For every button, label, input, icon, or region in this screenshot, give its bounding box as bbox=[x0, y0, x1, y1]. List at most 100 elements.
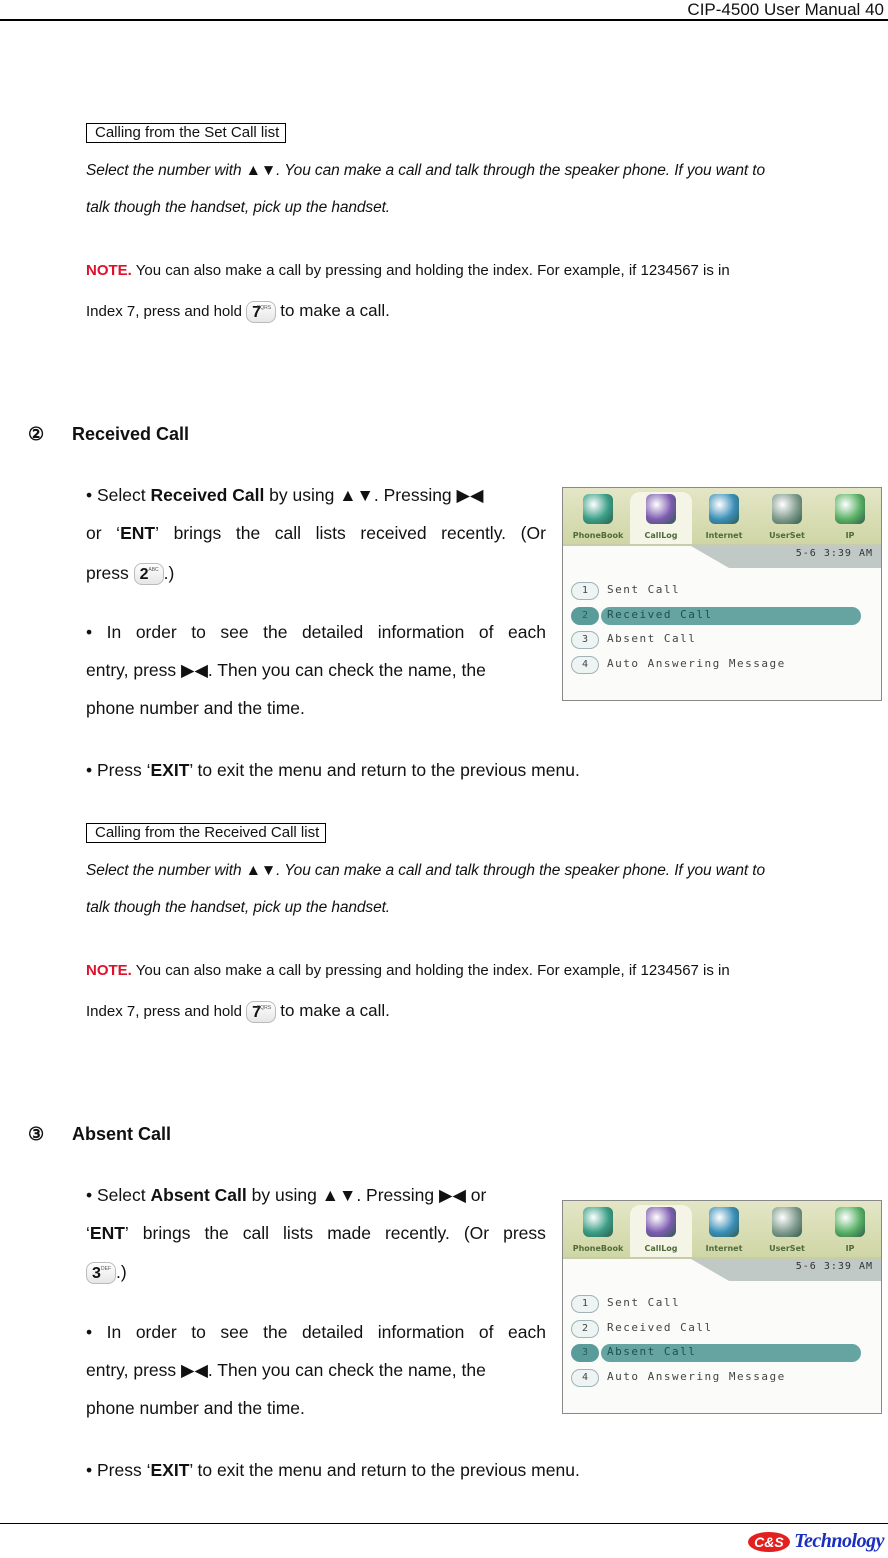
menu-item-label: Sent Call bbox=[607, 583, 681, 596]
ip-icon bbox=[835, 494, 865, 524]
word: to bbox=[191, 1322, 206, 1342]
word: press bbox=[503, 1223, 546, 1243]
menu-item[interactable]: 1 Sent Call bbox=[571, 582, 861, 600]
absent-bullet2-line3: phone number and the time. bbox=[86, 1398, 305, 1418]
menu-item-label: Sent Call bbox=[607, 1296, 681, 1309]
tab-label: PhoneBook bbox=[572, 1244, 624, 1253]
word: of bbox=[478, 1322, 494, 1342]
absent-bullet3: • Press ‘EXIT’ to exit the menu and retu… bbox=[86, 1460, 580, 1480]
word: or bbox=[86, 523, 102, 543]
footer-rule bbox=[0, 1523, 888, 1524]
received-note-line2: Index 7, press and hold 7 PQRS to make a … bbox=[86, 1001, 390, 1024]
tab-ip[interactable]: IP bbox=[819, 1205, 881, 1257]
word: the bbox=[263, 622, 288, 642]
section-title: Received Call bbox=[72, 424, 190, 444]
key-2-icon: 2 ABC bbox=[133, 563, 164, 586]
menu-item-number: 2 bbox=[571, 1319, 599, 1338]
tab-phonebook[interactable]: PhoneBook bbox=[567, 1205, 629, 1257]
menu-item[interactable]: 2 Received Call bbox=[571, 1319, 861, 1338]
word: information bbox=[377, 1322, 465, 1342]
note-text: Index 7, press and hold bbox=[86, 1003, 242, 1020]
logo-wordmark: Technology bbox=[794, 1530, 884, 1552]
word: brings bbox=[173, 523, 222, 543]
tab-userset[interactable]: UserSet bbox=[756, 492, 818, 544]
note-label: NOTE. bbox=[86, 962, 132, 979]
menu-item-label: Absent Call bbox=[607, 632, 697, 645]
datetime-readout: 5-6 3:39 AM bbox=[795, 1261, 873, 1272]
word: (Or bbox=[463, 1223, 490, 1243]
datetime-readout: 5-6 3:39 AM bbox=[795, 548, 873, 559]
tab-label: CallLog bbox=[644, 1244, 678, 1253]
received-instructions-line1: Select the number with ▲▼. You can make … bbox=[86, 862, 765, 879]
menu-item-number: 2 bbox=[571, 606, 599, 625]
received-bullet1-line1: • Select Received Call by using ▲▼. Pres… bbox=[86, 485, 484, 505]
tab-label: Internet bbox=[705, 1244, 743, 1253]
word: order bbox=[135, 622, 177, 642]
word: see bbox=[220, 1322, 249, 1342]
word: order bbox=[135, 1322, 177, 1342]
tab-label: IP bbox=[845, 531, 855, 540]
tab-label: PhoneBook bbox=[572, 531, 624, 540]
absent-bullet1-line1: • Select Absent Call by using ▲▼. Pressi… bbox=[86, 1185, 487, 1205]
tab-ip[interactable]: IP bbox=[819, 492, 881, 544]
menu-item[interactable]: 4 Auto Answering Message bbox=[571, 1368, 861, 1387]
internet-icon bbox=[709, 1207, 739, 1237]
received-bullet2-line2: entry, press ▶◀. Then you can check the … bbox=[86, 660, 486, 680]
note-label: NOTE. bbox=[86, 262, 132, 279]
tab-bar: PhoneBook CallLog Internet UserSet IP bbox=[563, 488, 881, 546]
menu-item[interactable]: 3 Absent Call bbox=[571, 631, 861, 649]
absent-bullet1-line3: 3 DEF.) bbox=[86, 1262, 127, 1285]
tab-userset[interactable]: UserSet bbox=[756, 1205, 818, 1257]
menu-item-number: 3 bbox=[571, 1344, 599, 1362]
tab-internet[interactable]: Internet bbox=[693, 1205, 755, 1257]
menu-item[interactable]: 4 Auto Answering Message bbox=[571, 655, 861, 674]
userset-icon bbox=[772, 494, 802, 524]
word: the bbox=[204, 1223, 229, 1243]
calllog-icon bbox=[646, 494, 676, 524]
page-number: 40 bbox=[865, 0, 884, 19]
received-instructions-line2: talk though the handset, pick up the han… bbox=[86, 899, 391, 916]
menu-item-label: Received Call bbox=[607, 1320, 713, 1334]
section-number: ② bbox=[28, 424, 45, 444]
menu-item-label: Absent Call bbox=[607, 1345, 697, 1358]
calllog-icon bbox=[646, 1207, 676, 1237]
tab-calllog[interactable]: CallLog bbox=[630, 492, 692, 544]
word: recently. bbox=[384, 1223, 450, 1243]
menu-item[interactable]: 3 Absent Call bbox=[571, 1344, 861, 1362]
received-note-line1: NOTE. You can also make a call by pressi… bbox=[86, 961, 730, 981]
word: ‘ENT’ bbox=[86, 1223, 129, 1243]
tab-label: UserSet bbox=[769, 531, 805, 540]
word: • bbox=[86, 1322, 93, 1342]
word: each bbox=[508, 622, 546, 642]
phone-screenshot-absent: PhoneBook CallLog Internet UserSet IP 5-6 3:3… bbox=[562, 1200, 882, 1414]
word: • bbox=[86, 622, 93, 642]
tab-phonebook[interactable]: PhoneBook bbox=[567, 492, 629, 544]
tab-bar: PhoneBook CallLog Internet UserSet IP bbox=[563, 1201, 881, 1259]
phonebook-icon bbox=[583, 1207, 613, 1237]
logo-badge: C&S bbox=[748, 1531, 790, 1552]
menu-item[interactable]: 1 Sent Call bbox=[571, 1295, 861, 1313]
word: detailed bbox=[301, 622, 364, 642]
word: information bbox=[377, 622, 465, 642]
menu-item-label: Auto Answering Message bbox=[607, 656, 786, 670]
section-title: Absent Call bbox=[72, 1124, 172, 1144]
key-3-icon: 3 DEF bbox=[86, 1262, 116, 1285]
userset-icon bbox=[772, 1207, 802, 1237]
received-bullet3: • Press ‘EXIT’ to exit the menu and retu… bbox=[86, 760, 580, 780]
phone-screenshot-received: PhoneBook CallLog Internet UserSet IP 5-6 3:3… bbox=[562, 487, 882, 701]
company-logo: C&S Technology bbox=[748, 1530, 884, 1553]
menu-item[interactable]: 2 Received Call bbox=[571, 606, 861, 625]
set-call-instructions-line1: Select the number with ▲▼. You can make … bbox=[86, 162, 765, 179]
word: the bbox=[235, 523, 261, 543]
word: to bbox=[191, 622, 206, 642]
set-call-instructions-line2: talk though the handset, pick up the han… bbox=[86, 199, 391, 216]
note-text: Index 7, press and hold bbox=[86, 303, 242, 320]
tab-calllog[interactable]: CallLog bbox=[630, 1205, 692, 1257]
tab-internet[interactable]: Internet bbox=[693, 492, 755, 544]
word: In bbox=[106, 1322, 122, 1342]
absent-bullet2-line1: • In order to see the detailed information of eac… bbox=[86, 1322, 546, 1342]
note-text: You can also make a call by pressing and… bbox=[131, 962, 730, 979]
word: of bbox=[478, 622, 494, 642]
menu-item-number: 3 bbox=[571, 631, 599, 649]
word: ‘ENT’ bbox=[116, 523, 159, 543]
